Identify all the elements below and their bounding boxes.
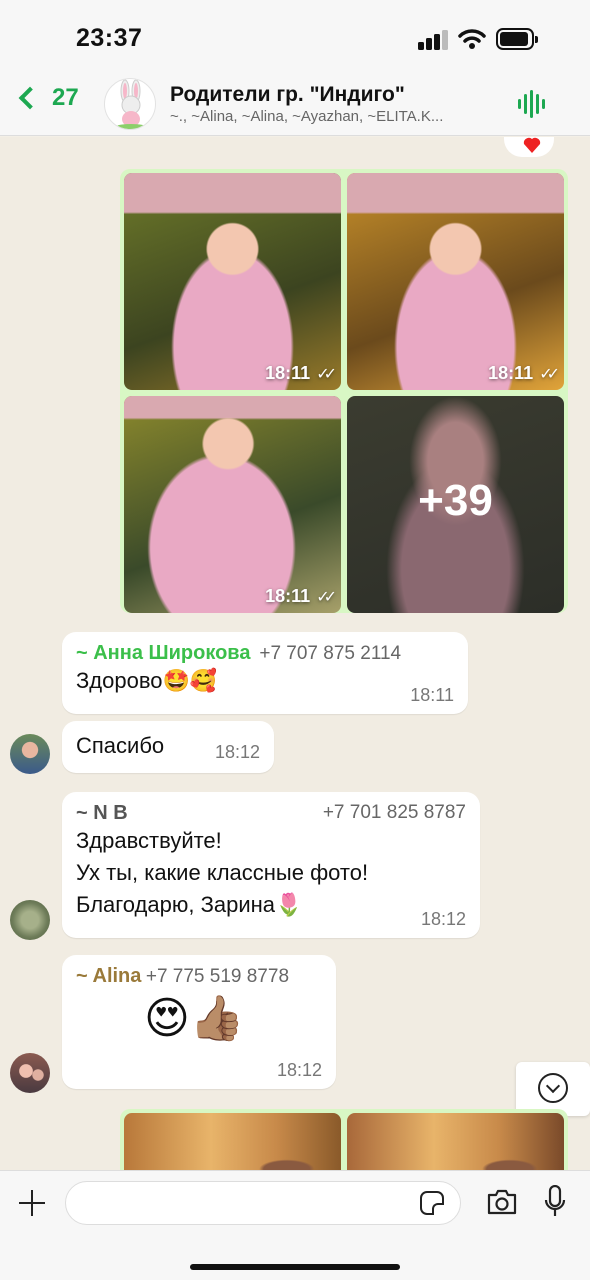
album-photo[interactable]	[347, 1113, 564, 1170]
status-time: 23:37	[76, 24, 143, 52]
message-input[interactable]	[65, 1181, 461, 1225]
photo-time: 18:11	[488, 363, 534, 383]
back-button[interactable]: 27	[14, 84, 79, 112]
photo-time: 18:11	[265, 586, 311, 606]
sticker-icon[interactable]	[420, 1191, 444, 1215]
avatar[interactable]	[10, 1053, 50, 1093]
home-indicator	[190, 1264, 400, 1270]
message-sender[interactable]: ~ Анна Широкова	[76, 642, 250, 664]
message-bubble[interactable]: ~ Alina +7 775 519 8778 😍👍🏽 18:12	[62, 955, 336, 1089]
sender-phone: +7 707 875 2114	[259, 643, 402, 664]
message-time: 18:12	[214, 742, 260, 762]
chat-members[interactable]: ~., ~Alina, ~Alina, ~Ayazhan, ~ELITA.K..…	[170, 108, 500, 125]
voice-chat-icon[interactable]	[518, 90, 548, 118]
microphone-icon[interactable]	[543, 1185, 567, 1219]
message-time: 18:12	[420, 909, 466, 929]
camera-icon[interactable]	[486, 1189, 518, 1215]
read-ticks-icon: ✓✓	[316, 365, 337, 383]
heart-icon	[523, 137, 541, 153]
status-bar: 23:37	[0, 0, 590, 74]
message-sender[interactable]: ~ N B	[76, 802, 128, 825]
chat-title[interactable]: Родители гр. "Индиго"	[170, 83, 405, 107]
message-bubble[interactable]: ~ N B +7 701 825 8787 Здравствуйте! Ух ты…	[62, 792, 480, 938]
more-photos-count: +39	[418, 476, 493, 525]
chevron-left-icon	[18, 86, 42, 110]
album-photo[interactable]: 18:11 ✓✓	[347, 173, 564, 390]
message-text: Здорово🤩🥰	[76, 668, 218, 693]
battery-icon	[496, 28, 538, 50]
album-photo[interactable]: 18:11 ✓✓	[124, 396, 341, 613]
scroll-to-bottom-button[interactable]	[516, 1062, 590, 1116]
avatar[interactable]	[10, 734, 50, 774]
chat-area[interactable]: 18:11 ✓✓ 18:11 ✓✓ 18:11 ✓✓ +39 ~ Анна Широк…	[0, 137, 590, 1170]
sender-phone: +7 701 825 8787	[322, 802, 466, 823]
bunny-icon	[115, 79, 147, 129]
message-text: Здравствуйте! Ух ты, какие классные фото…	[76, 828, 369, 917]
chevron-down-icon	[538, 1073, 568, 1103]
sender-phone: +7 775 519 8778	[145, 966, 290, 987]
cellular-signal-icon	[418, 30, 450, 50]
read-ticks-icon: ✓✓	[316, 588, 337, 606]
message-sender[interactable]: ~ Alina	[76, 965, 141, 987]
album-photo[interactable]: 18:11 ✓✓	[124, 173, 341, 390]
read-ticks-icon: ✓✓	[539, 365, 560, 383]
attach-plus-button[interactable]	[17, 1188, 47, 1218]
unread-count: 27	[52, 84, 79, 111]
wifi-icon	[458, 29, 486, 49]
group-avatar[interactable]	[104, 78, 156, 130]
avatar[interactable]	[10, 900, 50, 940]
message-time: 18:11	[410, 685, 454, 705]
photo-album[interactable]: 18:11 ✓✓ 18:11 ✓✓ 18:11 ✓✓ +39	[120, 169, 568, 613]
message-time: 18:12	[276, 1060, 322, 1080]
photo-time: 18:11	[265, 363, 311, 383]
album-more-photos[interactable]: +39	[347, 396, 564, 613]
input-bar	[0, 1170, 590, 1280]
chat-header: 27 Родители гр. "Индиго" ~., ~Alina, ~Al…	[0, 74, 590, 136]
message-text: 😍👍🏽	[144, 994, 245, 1043]
message-bubble[interactable]: Спасибо 18:12	[62, 721, 274, 773]
photo-album[interactable]	[120, 1109, 568, 1170]
message-bubble[interactable]: ~ Анна Широкова +7 707 875 2114 Здорово🤩…	[62, 632, 468, 714]
album-photo[interactable]	[124, 1113, 341, 1170]
